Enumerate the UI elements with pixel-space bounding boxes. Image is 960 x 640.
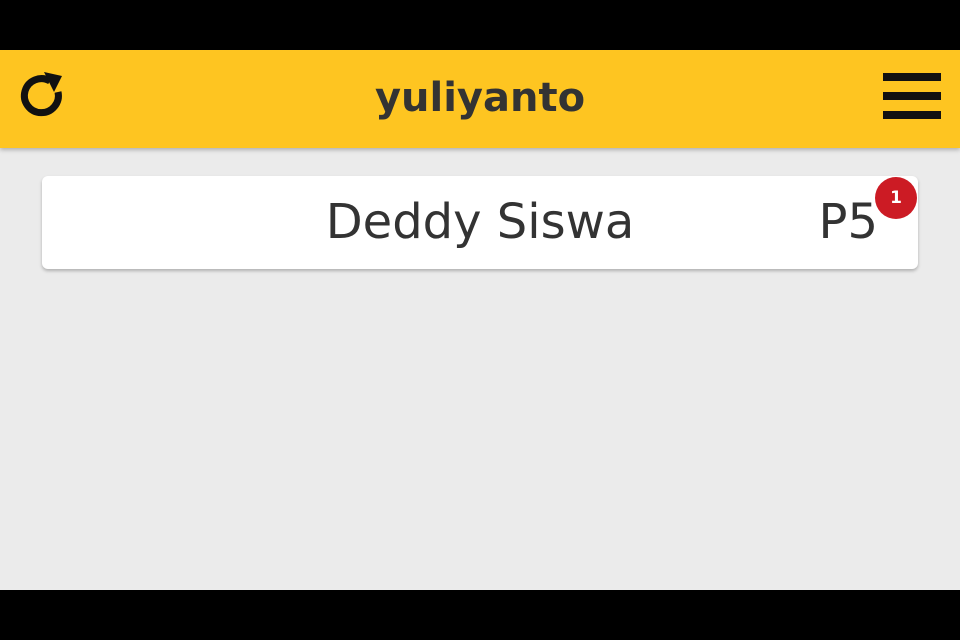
page-title: yuliyanto (374, 75, 586, 121)
menu-button[interactable] (880, 70, 944, 126)
contact-code: P5 (818, 194, 878, 250)
navigation-bar-letterbox (0, 590, 960, 640)
hamburger-menu-icon (883, 71, 941, 125)
unread-badge: 1 (875, 177, 917, 219)
status-bar-letterbox (0, 0, 960, 50)
app-screen: yuliyanto Deddy Siswa P5 1 (0, 50, 960, 590)
contact-name: Deddy Siswa (325, 194, 635, 250)
refresh-icon (14, 68, 70, 128)
refresh-button[interactable] (12, 68, 72, 128)
chat-list-item[interactable]: Deddy Siswa P5 1 (42, 176, 918, 269)
app-header: yuliyanto (0, 50, 960, 148)
